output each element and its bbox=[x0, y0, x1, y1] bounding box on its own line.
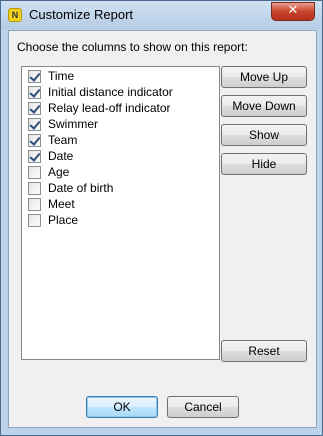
column-checkbox[interactable] bbox=[28, 133, 41, 147]
title-bar[interactable]: N Customize Report ✕ bbox=[1, 1, 322, 29]
column-list-item[interactable]: Team bbox=[28, 132, 77, 148]
app-logo-icon: N bbox=[8, 8, 22, 22]
column-checkbox[interactable] bbox=[28, 181, 41, 195]
column-label: Team bbox=[48, 133, 78, 147]
dialog-title: Customize Report bbox=[29, 7, 134, 22]
column-label: Initial distance indicator bbox=[48, 85, 173, 99]
columns-checklist[interactable]: Time Initial distance indicator Relay lead… bbox=[21, 66, 220, 360]
column-checkbox[interactable] bbox=[28, 213, 41, 227]
column-list-item[interactable]: Relay lead-off indicator bbox=[28, 100, 171, 116]
column-list-item[interactable]: Place bbox=[28, 212, 78, 228]
dialog-body: Choose the columns to show on this repor… bbox=[8, 30, 317, 428]
column-label: Place bbox=[48, 213, 79, 227]
column-label: Swimmer bbox=[48, 117, 98, 131]
column-checkbox[interactable] bbox=[28, 149, 41, 163]
column-list-item[interactable]: Date of birth bbox=[28, 180, 113, 196]
close-button[interactable]: ✕ bbox=[271, 2, 315, 21]
ok-button[interactable]: OK bbox=[86, 396, 158, 418]
column-list-item[interactable]: Time bbox=[28, 68, 74, 84]
column-checkbox[interactable] bbox=[28, 101, 41, 115]
column-label: Time bbox=[48, 69, 75, 83]
column-label: Relay lead-off indicator bbox=[48, 101, 171, 115]
show-button[interactable]: Show bbox=[221, 124, 307, 146]
column-checkbox[interactable] bbox=[28, 85, 41, 99]
instruction-label: Choose the columns to show on this repor… bbox=[17, 40, 248, 54]
column-list-item[interactable]: Initial distance indicator bbox=[28, 84, 173, 100]
column-label: Date bbox=[48, 149, 74, 163]
close-icon: ✕ bbox=[287, 3, 299, 18]
move-down-button[interactable]: Move Down bbox=[221, 95, 307, 117]
column-list-item[interactable]: Date bbox=[28, 148, 73, 164]
column-list-item[interactable]: Age bbox=[28, 164, 69, 180]
column-checkbox[interactable] bbox=[28, 117, 41, 131]
column-label: Meet bbox=[48, 197, 75, 211]
reset-button[interactable]: Reset bbox=[221, 340, 307, 362]
column-checkbox[interactable] bbox=[28, 69, 41, 83]
column-label: Date of birth bbox=[48, 181, 114, 195]
move-up-button[interactable]: Move Up bbox=[221, 66, 307, 88]
column-checkbox[interactable] bbox=[28, 165, 41, 179]
customize-report-dialog: N Customize Report ✕ Choose the columns … bbox=[0, 0, 323, 436]
column-list-item[interactable]: Meet bbox=[28, 196, 75, 212]
cancel-button[interactable]: Cancel bbox=[167, 396, 239, 418]
column-label: Age bbox=[48, 165, 70, 179]
column-list-item[interactable]: Swimmer bbox=[28, 116, 98, 132]
column-checkbox[interactable] bbox=[28, 197, 41, 211]
hide-button[interactable]: Hide bbox=[221, 153, 307, 175]
